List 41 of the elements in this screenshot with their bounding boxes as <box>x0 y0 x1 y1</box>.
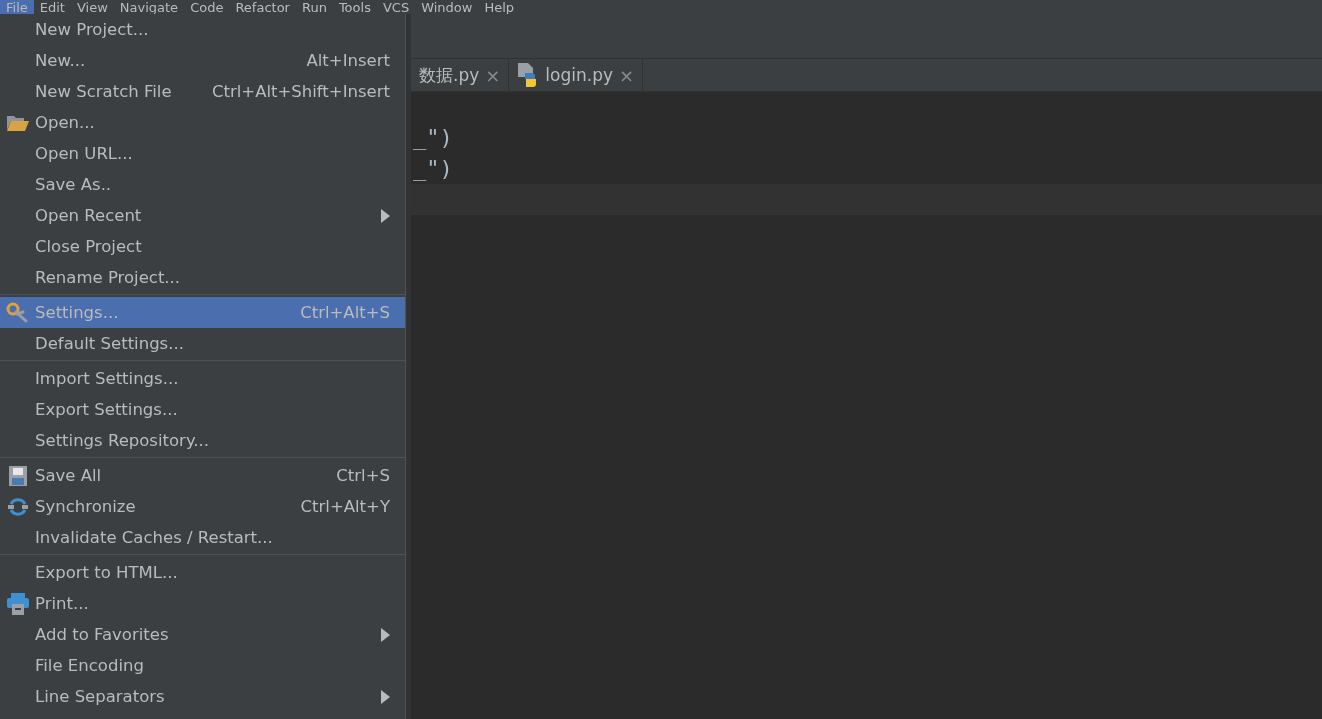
menu-bar-item[interactable]: Navigate <box>113 0 185 14</box>
settings-icon <box>5 301 30 324</box>
menu-bar-item[interactable]: Help <box>478 0 521 14</box>
folder-icon <box>5 113 30 132</box>
menu-item[interactable]: Open URL... <box>0 138 405 169</box>
printer-icon <box>6 592 29 615</box>
menu-item[interactable]: Close Project <box>0 231 405 262</box>
menu-item[interactable]: New Project... <box>0 14 405 45</box>
menu-item[interactable]: Open Recent <box>0 200 405 231</box>
close-icon[interactable]: × <box>619 64 635 86</box>
menu-item[interactable]: Open... <box>0 107 405 138</box>
editor-tab[interactable]: login.py × <box>509 59 644 91</box>
editor-tab[interactable]: 数据.py × <box>411 59 510 91</box>
menu-item[interactable]: Export Settings... <box>0 394 405 425</box>
code-line: _") <box>412 155 454 183</box>
code-line: _") <box>412 124 454 152</box>
menu-bar-item[interactable]: Code <box>184 0 230 14</box>
menu-item[interactable]: Synchronize Ctrl+Alt+Y <box>0 491 405 522</box>
menu-bar-item[interactable]: View <box>70 0 114 14</box>
menu-item[interactable]: Print... <box>0 588 405 619</box>
menu-item[interactable]: Save All Ctrl+S <box>0 460 405 491</box>
menu-bar-item[interactable]: VCS <box>376 0 416 14</box>
menu-item[interactable]: Save As.. <box>0 169 405 200</box>
menu-item[interactable]: New Scratch File Ctrl+Alt+Shift+Insert <box>0 76 405 107</box>
menu-bar-item[interactable]: Run <box>295 0 333 14</box>
close-icon[interactable]: × <box>485 64 501 86</box>
menu-bar-item[interactable]: Refactor <box>229 0 296 14</box>
menu-item[interactable]: Invalidate Caches / Restart... <box>0 522 405 553</box>
menu-item[interactable]: File Encoding <box>0 650 405 681</box>
menu-item[interactable]: Line Separators <box>0 681 405 712</box>
menu-item[interactable]: Import Settings... <box>0 363 405 394</box>
menu-item[interactable]: Settings Repository... <box>0 425 405 456</box>
menu-item[interactable]: Rename Project... <box>0 262 405 293</box>
sync-icon <box>6 495 29 518</box>
menu-bar-item[interactable]: Window <box>415 0 479 14</box>
menu-item[interactable]: Default Settings... <box>0 328 405 359</box>
menu-bar-item[interactable]: Tools <box>332 0 377 14</box>
menu-item[interactable]: Add to Favorites <box>0 619 405 650</box>
menu-bar-item[interactable]: Edit <box>33 0 71 14</box>
menu-item[interactable]: Export to HTML... <box>0 557 405 588</box>
menu-item[interactable]: New... Alt+Insert <box>0 45 405 76</box>
